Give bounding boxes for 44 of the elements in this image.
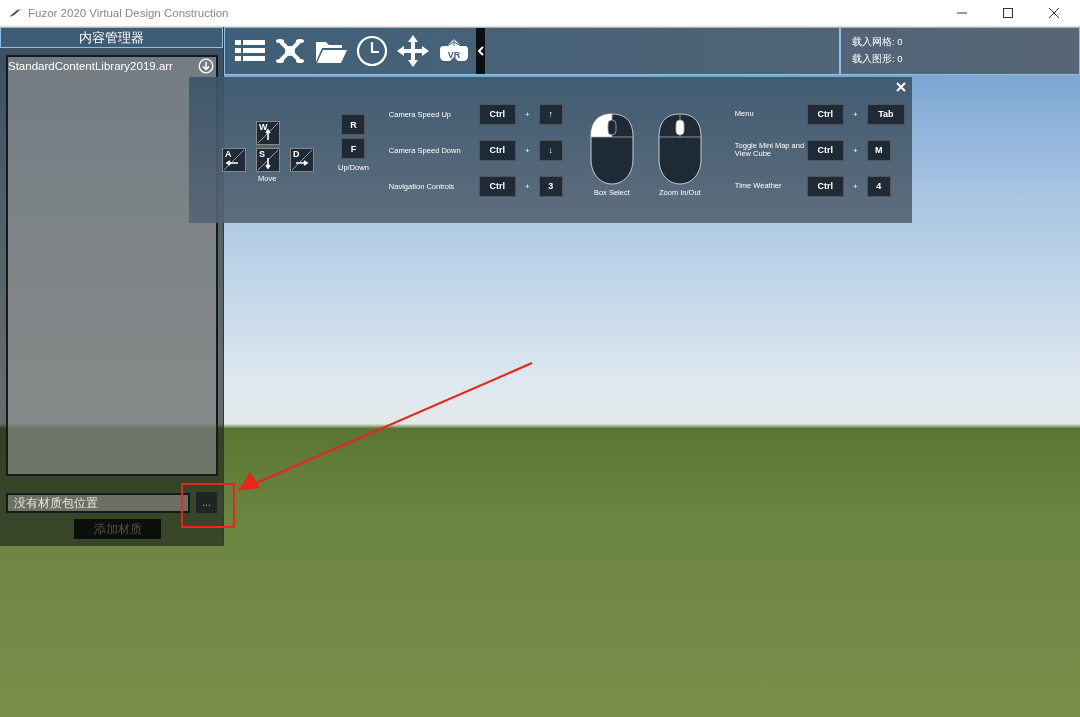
browse-button[interactable]: ... [196,492,217,513]
app-logo-icon [8,8,22,18]
movement-key: D [290,148,314,172]
plus-sign: + [852,109,859,119]
plus-sign: + [852,181,859,191]
stat-text: 载入图形: 0 [852,53,904,66]
clock-icon[interactable] [356,35,388,67]
key-cap: ↓ [538,139,563,161]
mouse-drawing [656,113,703,185]
key-cap: Ctrl [478,103,516,125]
key-cap: R [341,114,366,135]
close-icon[interactable] [1048,7,1060,19]
key-cap: Ctrl [478,175,516,197]
library-name[interactable]: StandardContentLibrary2019.arr [8,60,173,72]
window-title: Fuzor 2020 Virtual Design Construction [28,7,229,19]
key-cap: 3 [538,175,563,197]
key-cap: M [866,139,891,161]
key-cap: Ctrl [806,103,844,125]
key-cap: ↑ [538,103,563,125]
3d-viewport[interactable] [0,27,1080,717]
move-arrows-icon[interactable] [396,34,430,68]
download-icon[interactable] [198,58,214,74]
maximize-icon[interactable] [1002,7,1014,19]
panel-header: 内容管理器 [0,27,223,48]
key-cap: Tab [866,103,905,125]
stat-text: 载入网格: 0 [852,36,904,49]
movement-key: S [256,148,280,172]
plus-sign: + [524,109,531,119]
plus-sign: + [852,145,859,155]
mouse-drawing [588,113,635,185]
key-cap: Ctrl [478,139,516,161]
key-cap: 4 [866,175,891,197]
material-path-field[interactable]: 没有材质包位置 [6,492,190,513]
plus-sign: + [524,181,531,191]
library-list[interactable]: StandardContentLibrary2019.arr [6,55,218,476]
movement-key: A [222,148,246,172]
chevron-left-icon [477,46,484,56]
highlight-box [181,483,235,528]
key-cap: F [341,138,366,159]
key-cap: Ctrl [806,139,844,161]
collapse-button[interactable] [476,28,485,74]
movement-key: W [256,121,280,145]
plus-sign: + [524,145,531,155]
key-cap: Ctrl [806,175,844,197]
